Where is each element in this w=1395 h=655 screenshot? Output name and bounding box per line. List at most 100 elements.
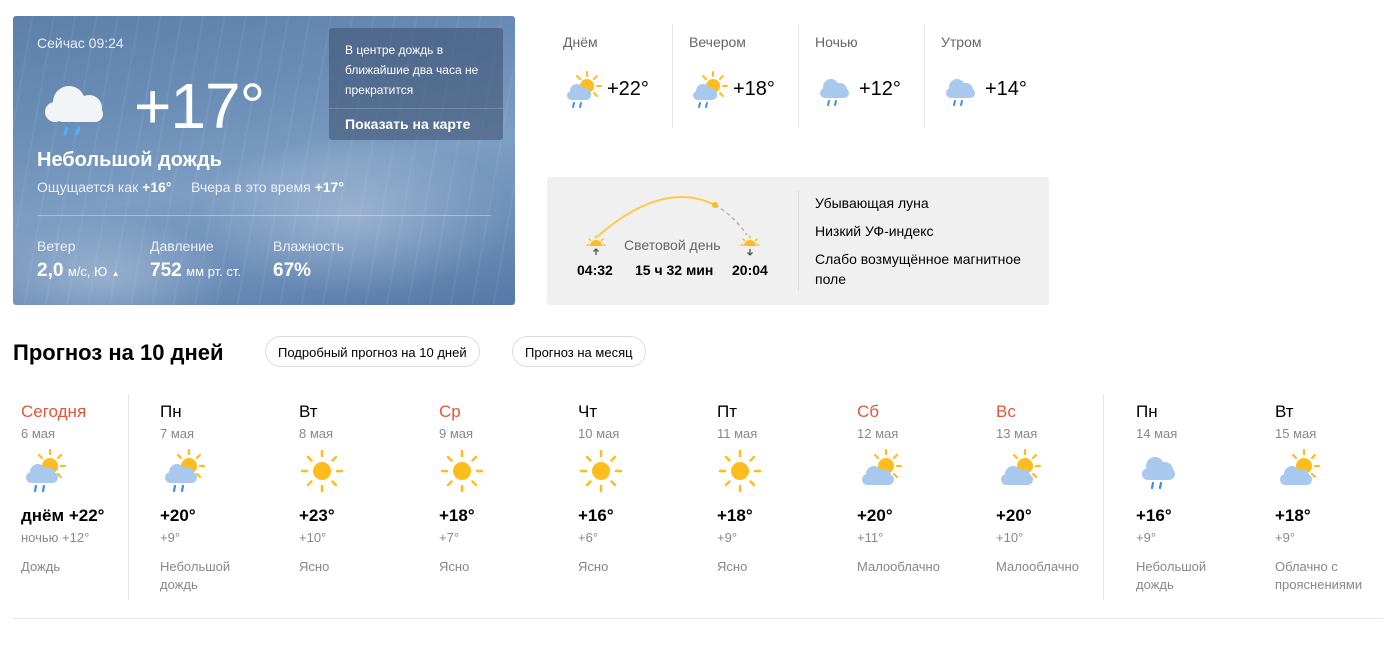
humidity-value: 67%	[273, 260, 312, 281]
cloud-rain-icon	[45, 86, 103, 136]
day-high-temp: днём +22°	[21, 506, 105, 525]
cloud-rain-icon	[1142, 457, 1175, 490]
forecast-day-card[interactable]: Сб 12 мая +20° +11° Малооблачно	[849, 400, 977, 600]
day-condition: Ясно	[439, 559, 470, 574]
sun-cloud-rain-icon	[165, 448, 206, 493]
feels-like-label: Ощущается как	[37, 179, 139, 195]
day-low-temp: +10°	[299, 530, 327, 545]
daypart-name: Ночью	[815, 34, 858, 50]
moon-phase: Убывающая луна	[815, 195, 929, 211]
day-condition: Малооблачно	[996, 559, 1079, 574]
day-name: Вс	[996, 402, 1016, 421]
daypart-temperature: +18°	[733, 78, 775, 100]
day-condition: Ясно	[578, 559, 609, 574]
sunrise-time: 04:32	[577, 262, 613, 278]
sun-cloud-rain-icon	[26, 448, 67, 493]
day-low-temp: +10°	[996, 530, 1024, 545]
month-forecast-button[interactable]: Прогноз на месяц	[512, 336, 646, 367]
day-high-temp: +20°	[857, 506, 893, 525]
daypart-name: Вечером	[689, 34, 746, 50]
wind-stat: Ветер 2,0 м/с, Ю ▲	[37, 238, 120, 282]
daypart-day[interactable]: Днём +22°	[547, 24, 672, 128]
day-high-temp: +18°	[1275, 506, 1311, 525]
day-condition: Ясно	[299, 559, 330, 574]
cloud-rain-icon	[946, 79, 975, 106]
sun-moon-panel: Световой день 04:32 15 ч 32 мин 20:04 Уб…	[547, 177, 1049, 305]
day-date: 9 мая	[439, 426, 474, 441]
divider	[37, 215, 491, 216]
nowcast-alert-text: В центре дождь в ближайшие два часа не п…	[345, 43, 479, 97]
sun-cloud-rain-icon	[693, 71, 728, 108]
daypart-morning[interactable]: Утром +14°	[925, 24, 1050, 128]
sun-cloud-icon	[1280, 448, 1321, 485]
day-name: Пн	[160, 402, 182, 421]
day-low-temp: +9°	[1275, 530, 1296, 545]
uv-index: Низкий УФ-индекс	[815, 223, 934, 239]
day-date: 7 мая	[160, 426, 195, 441]
yesterday-value: +17°	[314, 179, 344, 195]
pressure-value: 752	[150, 260, 182, 281]
day-low-temp: +7°	[439, 530, 460, 545]
wind-unit: м/с, Ю	[67, 264, 108, 279]
nowcast-alert[interactable]: В центре дождь в ближайшие два часа не п…	[329, 28, 503, 140]
sunset-time: 20:04	[732, 262, 768, 278]
daylight-duration: 15 ч 32 мин	[635, 262, 714, 278]
day-condition: Небольшой дождь	[160, 559, 231, 592]
day-date: 11 мая	[717, 426, 758, 441]
wind-value: 2,0	[37, 260, 64, 281]
forecast-day-card[interactable]: Ср 9 мая +18° +7° Ясно	[431, 400, 559, 600]
forecast-day-card[interactable]: Сегодня 6 мая днём +22° ночью +12° Дождь	[13, 400, 141, 600]
day-high-temp: +16°	[578, 506, 614, 525]
magnetic-field: Слабо возмущённое магнитное поле	[815, 251, 1021, 287]
feels-like-line: Ощущается как +16° Вчера в это время +17…	[37, 179, 344, 195]
forecast-day-card[interactable]: Пн 7 мая +20° +9° Небольшой дождь	[152, 400, 280, 600]
day-date: 15 мая	[1275, 426, 1317, 441]
divider	[128, 394, 129, 600]
day-low-temp: +9°	[717, 530, 738, 545]
forecast-day-card[interactable]: Пн 14 мая +16° +9° Небольшой дождь	[1128, 400, 1256, 600]
sun-cloud-rain-icon	[567, 71, 602, 108]
daypart-name: Днём	[563, 34, 598, 50]
divider	[798, 191, 799, 291]
day-high-temp: +18°	[439, 506, 475, 525]
day-low-temp: +6°	[578, 530, 599, 545]
sun-cloud-icon	[1001, 448, 1042, 485]
current-weather-card[interactable]: Сейчас 09:24 +17° Небольшой дождь Ощущае…	[13, 16, 515, 305]
day-date: 10 мая	[578, 426, 620, 441]
pressure-label: Давление	[150, 238, 214, 254]
daypart-temperature: +12°	[859, 78, 901, 100]
forecast-day-card[interactable]: Вт 15 мая +18° +9° Облачно с прояснениями	[1267, 400, 1395, 600]
yesterday-label: Вчера в это время	[190, 179, 311, 195]
day-date: 13 мая	[996, 426, 1038, 441]
sun-icon	[440, 449, 484, 493]
day-name: Сб	[857, 402, 880, 421]
day-name: Пн	[1136, 402, 1158, 421]
daypart-evening[interactable]: Вечером +18°	[673, 24, 798, 128]
sun-icon	[718, 449, 762, 493]
daypart-temperature: +22°	[607, 78, 649, 100]
current-time: Сейчас 09:24	[37, 35, 124, 51]
show-on-map-link[interactable]: Показать на карте	[345, 116, 470, 132]
pressure-stat: Давление 752 мм рт. ст.	[150, 238, 241, 282]
divider	[1103, 394, 1104, 600]
humidity-stat: Влажность 67%	[273, 238, 344, 282]
day-date: 14 мая	[1136, 426, 1178, 441]
daypart-night[interactable]: Ночью +12°	[799, 24, 924, 128]
day-name: Ср	[439, 402, 461, 421]
day-high-temp: +20°	[996, 506, 1032, 525]
feels-like-value: +16°	[142, 179, 172, 195]
forecast-day-card[interactable]: Вт 8 мая +23° +10° Ясно	[291, 400, 419, 600]
humidity-label: Влажность	[273, 238, 344, 254]
day-low-temp: +9°	[160, 530, 181, 545]
forecast-day-card[interactable]: Пт 11 мая +18° +9° Ясно	[709, 400, 837, 600]
wind-direction-icon: ▲	[111, 269, 120, 278]
forecast-day-card[interactable]: Вс 13 мая +20° +10° Малооблачно	[988, 400, 1116, 600]
day-name: Вт	[1275, 402, 1294, 421]
day-date: 8 мая	[299, 426, 334, 441]
day-name: Вт	[299, 402, 318, 421]
detailed-forecast-button[interactable]: Подробный прогноз на 10 дней	[265, 336, 480, 367]
day-date: 6 мая	[21, 426, 56, 441]
sun-icon	[300, 449, 344, 493]
forecast-day-card[interactable]: Чт 10 мая +16° +6° Ясно	[570, 400, 698, 600]
day-name: Сегодня	[21, 402, 87, 421]
